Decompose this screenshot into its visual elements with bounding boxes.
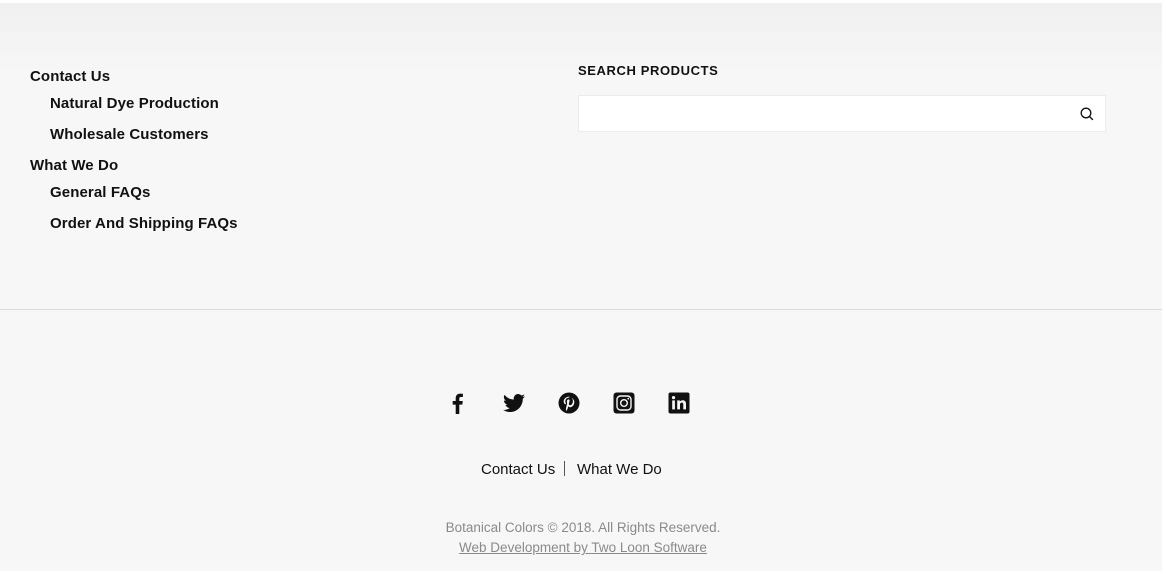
nav-item-order-and-shipping-faqs[interactable]: Order And Shipping FAQs <box>50 215 238 232</box>
nav-item-natural-dye-production[interactable]: Natural Dye Production <box>50 95 219 112</box>
nav-item-what-we-do[interactable]: What We Do <box>30 157 118 174</box>
search-input[interactable] <box>587 101 1071 127</box>
linkedin-icon[interactable] <box>668 392 690 414</box>
search-icon[interactable] <box>1079 106 1095 122</box>
pinterest-icon[interactable] <box>558 392 580 414</box>
instagram-icon[interactable] <box>613 392 635 414</box>
page-edge-right <box>1162 0 1166 574</box>
footer-link-contact-us[interactable]: Contact Us <box>481 461 555 478</box>
nav-item-contact-us[interactable]: Contact Us <box>30 68 110 85</box>
twitter-icon[interactable] <box>502 392 526 414</box>
copyright-text: Botanical Colors © 2018. All Rights Rese… <box>445 520 721 535</box>
search-products-heading: SEARCH PRODUCTS <box>578 63 719 78</box>
footer-link-what-we-do[interactable]: What We Do <box>577 461 662 478</box>
credit-line: Web Development by Two Loon Software <box>0 540 1166 555</box>
search-box <box>578 95 1106 132</box>
facebook-icon[interactable] <box>447 392 469 414</box>
nav-item-general-faqs[interactable]: General FAQs <box>50 184 150 201</box>
section-divider <box>0 309 1162 310</box>
footer-link-separator <box>564 461 565 476</box>
web-development-credit-link[interactable]: Web Development by Two Loon Software <box>459 540 707 555</box>
nav-item-wholesale-customers[interactable]: Wholesale Customers <box>50 126 209 143</box>
